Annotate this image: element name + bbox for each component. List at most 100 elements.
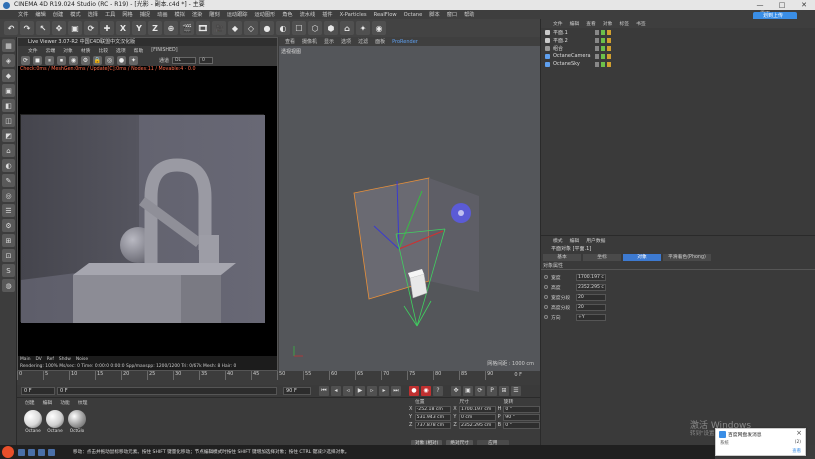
menu-item[interactable]: 运动跟踪 bbox=[227, 11, 248, 18]
viewport-menu-item[interactable]: 显示 bbox=[324, 38, 334, 45]
live-viewer-menu-item[interactable]: [FINISHED] bbox=[151, 48, 177, 53]
object-name[interactable]: 平面.1 bbox=[553, 29, 568, 36]
toolbar-tool-icon[interactable]: ☐ bbox=[292, 21, 306, 35]
minimize-button[interactable]: — bbox=[749, 0, 771, 10]
position-field[interactable]: -252.18 cm bbox=[414, 405, 452, 413]
menu-item[interactable]: 创建 bbox=[53, 11, 63, 18]
live-viewer-menu-item[interactable]: 云端 bbox=[46, 47, 56, 54]
left-tool-icon[interactable]: ✎ bbox=[2, 174, 15, 187]
animate-radio-icon[interactable] bbox=[544, 275, 548, 279]
object-row[interactable]: 平面.1 bbox=[541, 28, 815, 36]
attribute-value-field[interactable]: 2352.295 c bbox=[576, 283, 606, 291]
menu-item[interactable]: X-Particles bbox=[340, 12, 367, 18]
left-tool-icon[interactable]: ◎ bbox=[2, 189, 15, 202]
left-tool-icon[interactable]: ◧ bbox=[2, 99, 15, 112]
animate-radio-icon[interactable] bbox=[544, 305, 548, 309]
start-frame-field[interactable]: 0 F bbox=[21, 387, 55, 395]
viewport-menu-item[interactable]: 选项 bbox=[341, 38, 351, 45]
live-viewer-tool-icon[interactable]: ◼ bbox=[33, 55, 42, 65]
live-viewer-tool-icon[interactable]: ⏸ bbox=[45, 55, 54, 65]
tag-icon[interactable] bbox=[607, 29, 611, 35]
status-tab[interactable]: Shdw bbox=[59, 357, 71, 362]
attribute-value-field[interactable]: 20 bbox=[576, 303, 606, 311]
end-frame-field[interactable]: 90 F bbox=[283, 387, 311, 395]
maximize-button[interactable]: □ bbox=[771, 0, 793, 10]
live-viewer-tool-icon[interactable]: ⏹ bbox=[57, 55, 66, 65]
toolbar-tool-icon[interactable]: ⟳ bbox=[84, 21, 98, 35]
toolbar-tool-icon[interactable]: ⌂ bbox=[340, 21, 354, 35]
tag-icon[interactable] bbox=[595, 61, 599, 67]
menu-item[interactable]: 插件 bbox=[322, 11, 332, 18]
scale-key-icon[interactable]: ▣ bbox=[463, 386, 473, 396]
tag-icon[interactable] bbox=[601, 45, 605, 51]
toolbar-tool-icon[interactable]: ↖ bbox=[36, 21, 50, 35]
rotation-field[interactable]: 0 ° bbox=[503, 405, 541, 413]
material-menu-item[interactable]: 功能 bbox=[60, 399, 70, 406]
tag-icon[interactable] bbox=[607, 37, 611, 43]
toolbar-tool-icon[interactable]: ◉ bbox=[372, 21, 386, 35]
attribute-tab[interactable]: 基本 bbox=[543, 254, 581, 261]
autokey-icon[interactable]: ◉ bbox=[421, 386, 431, 396]
start-icon[interactable] bbox=[2, 446, 14, 458]
close-button[interactable]: ✕ bbox=[793, 0, 815, 10]
keyframe-icon[interactable]: ? bbox=[433, 386, 443, 396]
tag-icon[interactable] bbox=[601, 37, 605, 43]
goto-end-icon[interactable]: ⏭ bbox=[391, 386, 401, 396]
frame-slider[interactable]: 0 F bbox=[57, 387, 277, 395]
toolbar-tool-icon[interactable]: ↷ bbox=[20, 21, 34, 35]
size-field[interactable]: 0 cm bbox=[458, 413, 496, 421]
left-tool-icon[interactable]: ⌂ bbox=[2, 144, 15, 157]
live-viewer-menu-item[interactable]: 对象 bbox=[63, 47, 73, 54]
toolbar-tool-icon[interactable]: ↶ bbox=[4, 21, 18, 35]
left-tool-icon[interactable]: ◍ bbox=[2, 279, 15, 292]
live-viewer-menu-item[interactable]: 比较 bbox=[98, 47, 108, 54]
notification-popup[interactable]: 百度网盘发消息 系统 × (2) 查看 bbox=[715, 428, 806, 456]
status-tab[interactable]: Main bbox=[20, 357, 30, 362]
menu-item[interactable]: 渲染 bbox=[192, 11, 202, 18]
live-viewer-tool-icon[interactable]: ⚙ bbox=[81, 55, 90, 65]
notification-view-link[interactable]: 查看 bbox=[792, 448, 801, 454]
toolbar-tool-icon[interactable]: 🎞 bbox=[196, 21, 210, 35]
menu-item[interactable]: 文件 bbox=[18, 11, 28, 18]
animate-radio-icon[interactable] bbox=[544, 315, 548, 319]
tag-icon[interactable] bbox=[601, 53, 605, 59]
object-menu-item[interactable]: 查看 bbox=[586, 20, 596, 27]
object-row[interactable]: 平面.2 bbox=[541, 36, 815, 44]
tag-icon[interactable] bbox=[595, 53, 599, 59]
toolbar-tool-icon[interactable]: Z bbox=[148, 21, 162, 35]
next-frame-icon[interactable]: ▹ bbox=[367, 386, 377, 396]
toolbar-tool-icon[interactable]: ▣ bbox=[68, 21, 82, 35]
toolbar-tool-icon[interactable]: ● bbox=[260, 21, 274, 35]
viewport-menu-item[interactable]: 查看 bbox=[285, 38, 295, 45]
toolbar-tool-icon[interactable]: 🎥 bbox=[212, 21, 226, 35]
material-menu-item[interactable]: 纹理 bbox=[78, 399, 88, 406]
move-key-icon[interactable]: ✥ bbox=[451, 386, 461, 396]
left-tool-icon[interactable]: ⊡ bbox=[2, 249, 15, 262]
material-menu-item[interactable]: 编辑 bbox=[43, 399, 53, 406]
perspective-viewport[interactable]: 透视视图 网格间距 : 1000 cm bbox=[279, 46, 540, 371]
rotation-field[interactable]: 0 ° bbox=[503, 421, 540, 429]
viewport-menu-item[interactable]: 面板 bbox=[375, 38, 385, 45]
menu-item[interactable]: 动画 bbox=[157, 11, 167, 18]
menu-item[interactable]: 模式 bbox=[70, 11, 80, 18]
tag-icon[interactable] bbox=[601, 29, 605, 35]
attribute-menu-item[interactable]: 用户数据 bbox=[586, 237, 605, 244]
menu-item[interactable]: 流水线 bbox=[300, 11, 316, 18]
live-viewer-menu-item[interactable]: 材质 bbox=[81, 47, 91, 54]
status-tab[interactable]: Noise bbox=[76, 357, 88, 362]
menu-item[interactable]: 选择 bbox=[88, 11, 98, 18]
pla-key-icon[interactable]: ⊞ bbox=[499, 386, 509, 396]
menu-item[interactable]: 窗口 bbox=[447, 11, 457, 18]
status-tab[interactable]: DV bbox=[35, 357, 41, 362]
attribute-value-field[interactable]: 1700.197 c bbox=[576, 273, 606, 281]
live-viewer-tool-icon[interactable]: ● bbox=[117, 55, 126, 65]
size-field[interactable]: 1700.197 cm bbox=[458, 405, 496, 413]
left-tool-icon[interactable]: S bbox=[2, 264, 15, 277]
tag-icon[interactable] bbox=[601, 61, 605, 67]
animate-radio-icon[interactable] bbox=[544, 295, 548, 299]
status-tab[interactable]: Ref bbox=[47, 357, 54, 362]
toolbar-tool-icon[interactable]: Y bbox=[132, 21, 146, 35]
live-viewer-tool-icon[interactable]: ✦ bbox=[129, 55, 138, 65]
tag-icon[interactable] bbox=[595, 45, 599, 51]
left-tool-icon[interactable]: ◩ bbox=[2, 129, 15, 142]
